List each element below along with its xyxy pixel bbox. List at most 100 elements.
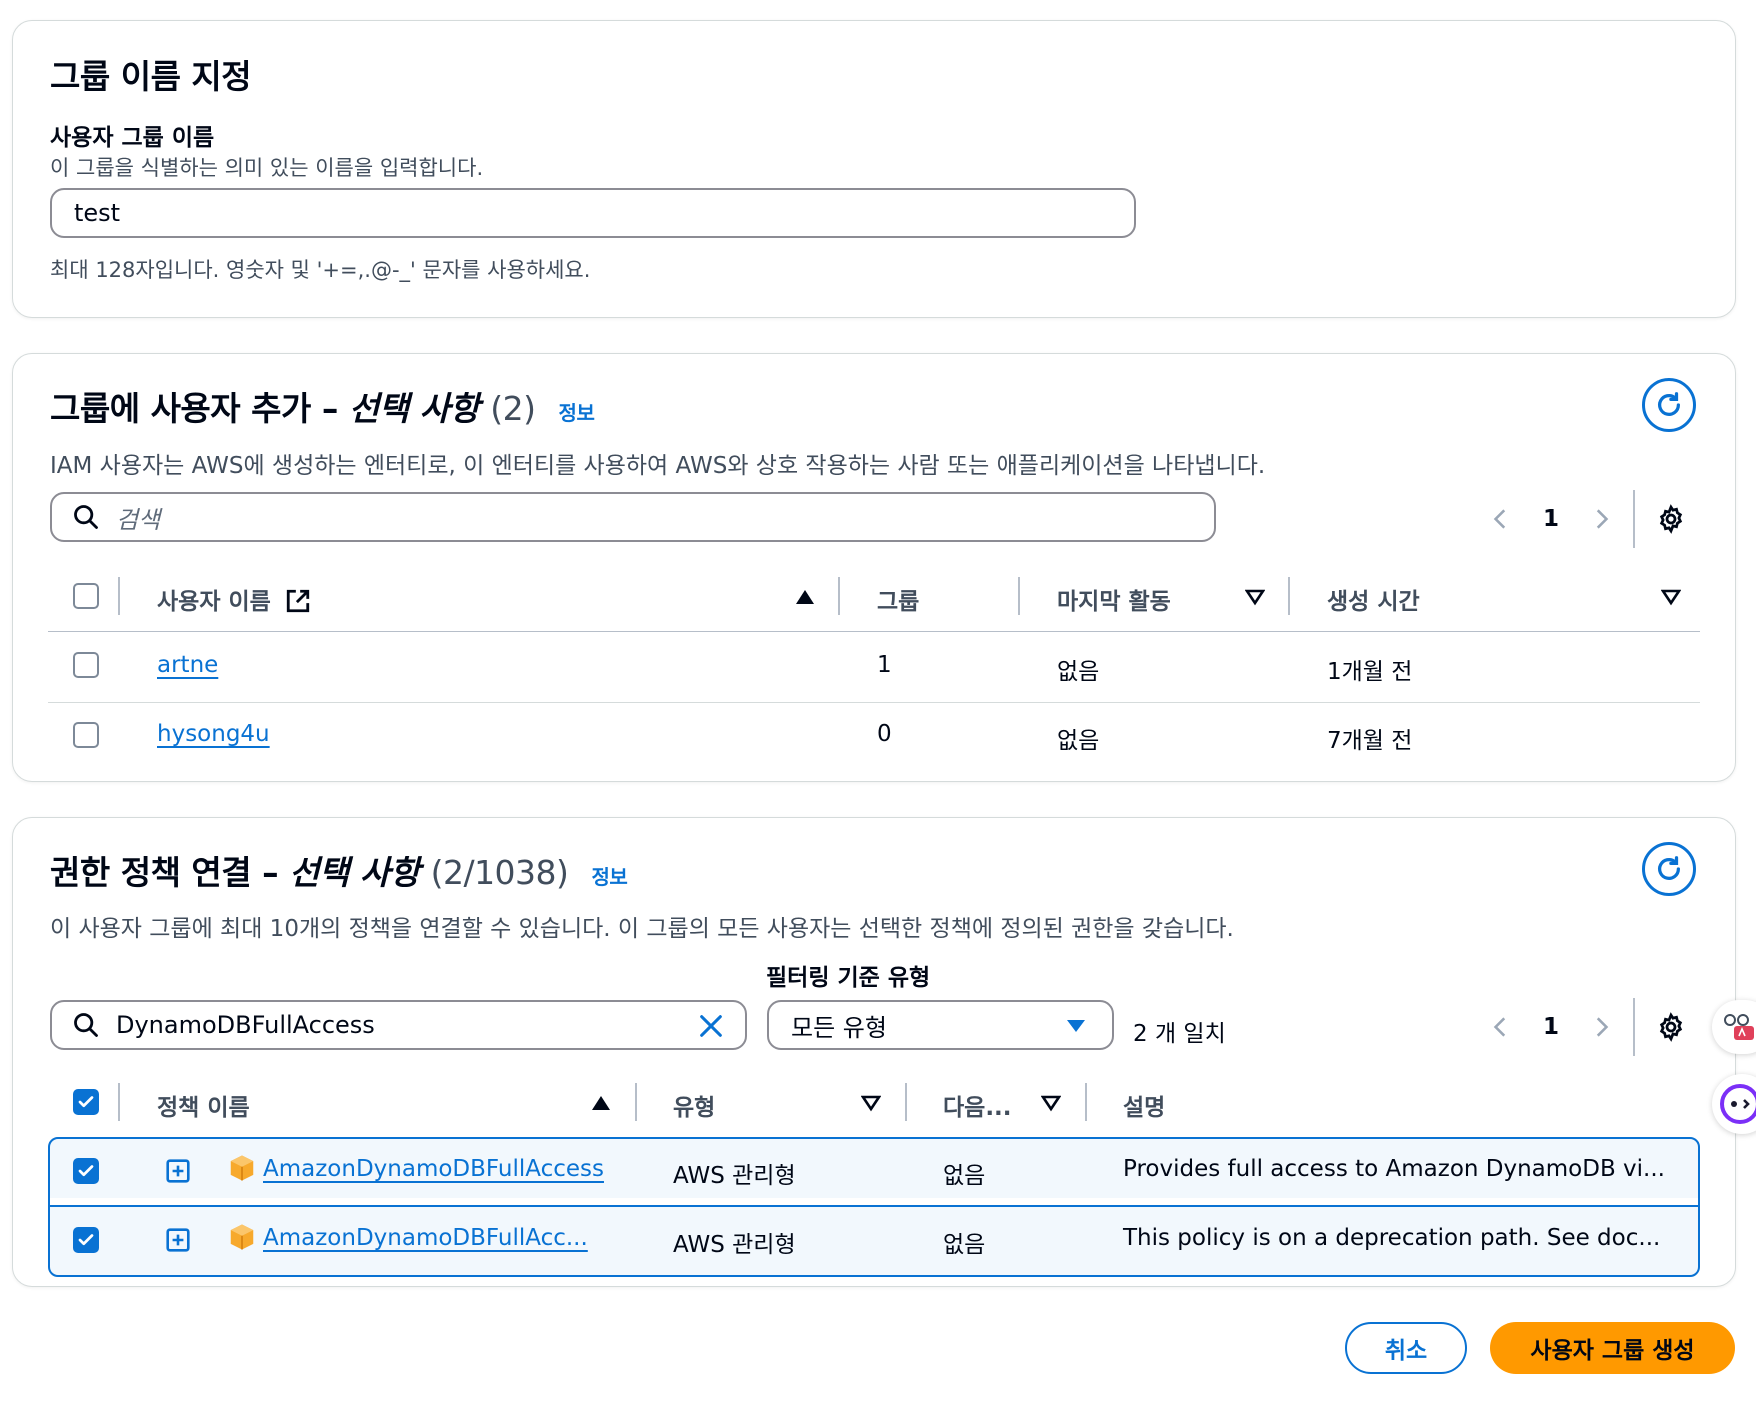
external-link-icon	[286, 589, 309, 613]
users-search-input[interactable]: 검색	[50, 492, 1216, 542]
policy-type: AWS 관리형	[673, 1163, 796, 1189]
group-name-description: 이 그룹을 식별하는 의미 있는 이름을 입력합니다.	[50, 156, 484, 180]
group-name-value: test	[74, 199, 121, 227]
policies-col-name[interactable]: 정책 이름	[157, 1088, 250, 1122]
user-last-activity: 없음	[1057, 728, 1100, 754]
users-select-all-checkbox[interactable]	[73, 583, 99, 609]
expand-plus-icon[interactable]	[165, 1227, 191, 1253]
policies-col-divider	[118, 1083, 120, 1121]
expand-plus-icon[interactable]	[165, 1158, 191, 1184]
policies-col-divider	[905, 1083, 907, 1121]
users-col-created[interactable]: 생성 시간	[1327, 582, 1420, 616]
policies-page-number[interactable]: 1	[1543, 1014, 1559, 1040]
users-refresh-button[interactable]	[1642, 378, 1696, 432]
match-count: 2 개 일치	[1133, 1021, 1226, 1047]
check-icon	[78, 1165, 94, 1177]
users-col-divider	[1288, 577, 1290, 615]
clear-search-icon[interactable]	[697, 1012, 725, 1040]
users-col-divider	[118, 577, 120, 615]
attach-policies-title: 권한 정책 연결 – 선택 사항 (2/1038) 정보	[50, 846, 628, 894]
add-users-count: (2)	[490, 389, 536, 428]
user-name-link[interactable]: artne	[157, 652, 218, 678]
user-row-checkbox[interactable]	[73, 722, 99, 748]
refresh-icon	[1658, 856, 1680, 880]
search-icon	[74, 1013, 98, 1037]
sort-ascending-icon[interactable]	[590, 1094, 612, 1112]
policies-col-next[interactable]: 다음...	[943, 1088, 1012, 1122]
users-col-groups[interactable]: 그룹	[877, 582, 919, 616]
policy-description: Provides full access to Amazon DynamoDB …	[1123, 1156, 1665, 1182]
group-name-label: 사용자 그룹 이름	[50, 125, 215, 151]
policies-refresh-button[interactable]	[1642, 842, 1696, 896]
group-name-title: 그룹 이름 지정	[50, 57, 252, 96]
user-created-time: 7개월 전	[1327, 728, 1413, 754]
assistant-face-icon	[1720, 1084, 1756, 1124]
search-icon	[74, 505, 98, 529]
group-name-input[interactable]: test	[50, 188, 1136, 238]
attach-policies-count: (2/1038)	[430, 853, 569, 892]
floating-assistant-widget[interactable]	[1712, 1074, 1756, 1134]
policy-name-link[interactable]: AmazonDynamoDBFullAcc...	[263, 1225, 588, 1251]
user-groups-count: 0	[877, 721, 892, 747]
user-created-time: 1개월 전	[1327, 659, 1413, 685]
users-pager-divider	[1633, 490, 1635, 548]
add-users-description: IAM 사용자는 AWS에 생성하는 엔터티로, 이 엔터티를 사용하여 AWS…	[50, 453, 1266, 479]
sort-descending-icon[interactable]	[1661, 588, 1681, 606]
policy-row-checkbox[interactable]	[73, 1158, 99, 1184]
add-users-title: 그룹에 사용자 추가 – 선택 사항 (2) 정보	[50, 382, 595, 430]
users-page-number[interactable]: 1	[1543, 506, 1559, 532]
policies-settings-gear-icon[interactable]	[1656, 1012, 1686, 1042]
sort-ascending-icon[interactable]	[794, 588, 816, 606]
policies-col-divider	[1085, 1083, 1087, 1121]
users-next-page-icon[interactable]	[1588, 506, 1614, 532]
aws-managed-policy-icon	[230, 1155, 254, 1181]
user-groups-count: 1	[877, 652, 892, 678]
sort-descending-icon[interactable]	[1041, 1094, 1061, 1112]
filter-type-select[interactable]: 모든 유형	[767, 1000, 1114, 1050]
users-settings-gear-icon[interactable]	[1656, 504, 1686, 534]
filter-type-label: 필터링 기준 유형	[766, 965, 931, 991]
attach-policies-title-main: 권한 정책 연결 –	[50, 853, 279, 892]
aws-managed-policy-icon	[230, 1224, 254, 1250]
create-user-group-button[interactable]: 사용자 그룹 생성	[1490, 1322, 1735, 1374]
check-icon	[78, 1096, 94, 1108]
policies-col-divider	[635, 1083, 637, 1121]
add-users-title-main: 그룹에 사용자 추가 –	[50, 389, 338, 428]
policies-col-description[interactable]: 설명	[1123, 1088, 1165, 1122]
users-col-last-activity[interactable]: 마지막 활동	[1057, 582, 1171, 616]
policies-next-page-icon[interactable]	[1588, 1014, 1614, 1040]
users-col-username[interactable]: 사용자 이름	[157, 582, 311, 616]
policies-pager-divider	[1633, 998, 1635, 1056]
users-col-divider	[1018, 577, 1020, 615]
sort-descending-icon[interactable]	[1245, 588, 1265, 606]
policy-row-checkbox[interactable]	[73, 1227, 99, 1253]
check-icon	[78, 1234, 94, 1246]
users-prev-page-icon[interactable]	[1488, 506, 1514, 532]
translate-icon	[1724, 1014, 1754, 1040]
refresh-icon	[1658, 392, 1680, 416]
attach-policies-info-link[interactable]: 정보	[591, 865, 627, 889]
add-users-title-optional: 선택 사항	[348, 389, 480, 428]
filter-type-value: 모든 유형	[791, 1013, 887, 1042]
user-row-checkbox[interactable]	[73, 652, 99, 678]
attach-policies-title-optional: 선택 사항	[289, 853, 420, 892]
policies-search-value: DynamoDBFullAccess	[116, 1011, 375, 1039]
policy-type: AWS 관리형	[673, 1232, 796, 1258]
group-name-constraint: 최대 128자입니다. 영숫자 및 '+=,.@-_' 문자를 사용하세요.	[50, 258, 591, 282]
user-name-link[interactable]: hysong4u	[157, 721, 270, 747]
add-users-info-link[interactable]: 정보	[559, 401, 595, 425]
users-search-placeholder: 검색	[116, 505, 161, 534]
policies-col-type[interactable]: 유형	[673, 1088, 715, 1122]
policy-description: This policy is on a deprecation path. Se…	[1123, 1225, 1661, 1251]
users-col-divider	[838, 577, 840, 615]
cancel-button[interactable]: 취소	[1345, 1322, 1467, 1374]
caret-down-icon	[1067, 1020, 1085, 1032]
policies-search-input[interactable]: DynamoDBFullAccess	[50, 1000, 747, 1050]
policies-select-all-checkbox[interactable]	[73, 1089, 99, 1115]
policy-name-link[interactable]: AmazonDynamoDBFullAccess	[263, 1156, 604, 1182]
attach-policies-description: 이 사용자 그룹에 최대 10개의 정책을 연결할 수 있습니다. 이 그룹의 …	[50, 916, 1234, 942]
sort-descending-icon[interactable]	[861, 1094, 881, 1112]
users-row-divider	[48, 702, 1700, 703]
users-header-divider	[48, 631, 1700, 632]
policies-prev-page-icon[interactable]	[1488, 1014, 1514, 1040]
